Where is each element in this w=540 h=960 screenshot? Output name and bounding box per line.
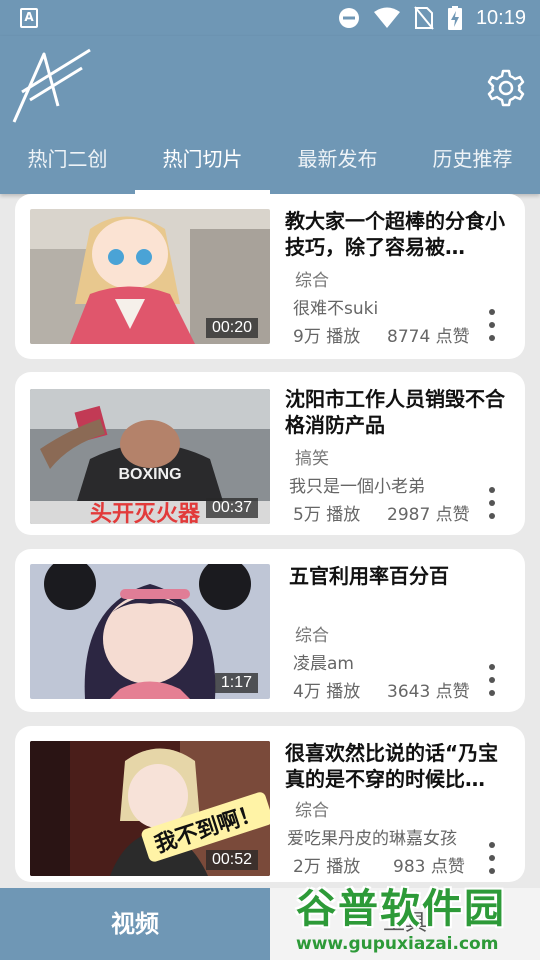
video-thumbnail[interactable]: 我不到啊！ 00:52 [30, 741, 270, 876]
video-category: 综合 [295, 626, 329, 646]
video-card[interactable]: 00:20 教大家一个超棒的分食小技巧，除了容易被… 综合 很难不suki 9万… [15, 194, 525, 359]
status-bar: A 10:19 [0, 0, 540, 36]
video-author[interactable]: 我只是一個小老弟 [289, 472, 425, 497]
app-logo-icon [12, 48, 91, 123]
video-like-count: 8774 点赞 [387, 327, 470, 347]
video-like-count: 983 点赞 [393, 857, 465, 877]
notification-icon: A [20, 8, 38, 28]
video-like-count: 3643 点赞 [387, 682, 470, 702]
tab-latest[interactable]: 最新发布 [270, 136, 405, 194]
video-duration: 1:17 [214, 673, 258, 693]
video-card[interactable]: 1:17 五官利用率百分百 综合 凌晨am 4万 播放 3643 点赞 [15, 549, 525, 712]
thumb-caption: 头开灭火器 [90, 502, 201, 524]
tab-hot-clips[interactable]: 热门切片 [135, 136, 270, 194]
tab-history[interactable]: 历史推荐 [405, 136, 540, 194]
tab-bar: 热门二创 热门切片 最新发布 历史推荐 [0, 136, 540, 194]
do-not-disturb-icon [338, 8, 359, 28]
video-play-count: 4万 播放 [293, 682, 361, 702]
site-watermark: 谷普软件园 www.gupuxiazai.com [296, 876, 536, 960]
video-category: 综合 [295, 271, 329, 291]
video-author[interactable]: 凌晨am [293, 649, 354, 674]
video-duration: 00:20 [205, 318, 258, 338]
thumb-text-boxing: BOXING [118, 466, 181, 483]
video-play-count: 9万 播放 [293, 327, 361, 347]
video-thumbnail[interactable]: 00:20 [30, 209, 270, 344]
battery-charging-icon [447, 6, 462, 30]
video-card[interactable]: 我不到啊！ 00:52 很喜欢然比说的话“乃宝真的是不穿的时候比… 综合 爱吃果… [15, 726, 525, 882]
nav-video-button[interactable]: 视频 [0, 888, 270, 960]
video-like-count: 2987 点赞 [387, 505, 470, 525]
video-thumbnail[interactable]: BOXING 头开灭火器 00:37 [30, 389, 270, 524]
more-options-icon[interactable] [484, 487, 500, 519]
video-category: 综合 [295, 801, 329, 821]
more-options-icon[interactable] [484, 842, 500, 874]
no-sim-icon [414, 6, 434, 30]
video-title[interactable]: 沈阳市工作人员销毁不合格消防产品 [285, 386, 505, 438]
watermark-url: www.gupuxiazai.com [296, 934, 499, 954]
settings-gear-icon[interactable] [486, 68, 526, 108]
video-play-count: 2万 播放 [293, 857, 361, 877]
video-card[interactable]: BOXING 头开灭火器 00:37 沈阳市工作人员销毁不合格消防产品 搞笑 我… [15, 372, 525, 535]
video-category: 搞笑 [295, 449, 329, 469]
more-options-icon[interactable] [484, 664, 500, 696]
video-thumbnail[interactable]: 1:17 [30, 564, 270, 699]
video-title[interactable]: 很喜欢然比说的话“乃宝真的是不穿的时候比… [285, 740, 505, 792]
video-author[interactable]: 很难不suki [293, 294, 378, 319]
video-title[interactable]: 教大家一个超棒的分食小技巧，除了容易被… [285, 208, 505, 260]
video-title[interactable]: 五官利用率百分百 [289, 563, 509, 589]
video-duration: 00:37 [205, 498, 258, 518]
more-options-icon[interactable] [484, 309, 500, 341]
app-header: 热门二创 热门切片 最新发布 历史推荐 [0, 36, 540, 194]
watermark-title: 谷普软件园 [296, 886, 506, 932]
clock: 10:19 [475, 6, 526, 29]
video-author[interactable]: 爱吃果丹皮的琳嘉女孩 [287, 824, 457, 849]
tab-hot-remix[interactable]: 热门二创 [0, 136, 135, 194]
video-play-count: 5万 播放 [293, 505, 361, 525]
video-duration: 00:52 [205, 850, 258, 870]
wifi-icon [373, 7, 400, 28]
